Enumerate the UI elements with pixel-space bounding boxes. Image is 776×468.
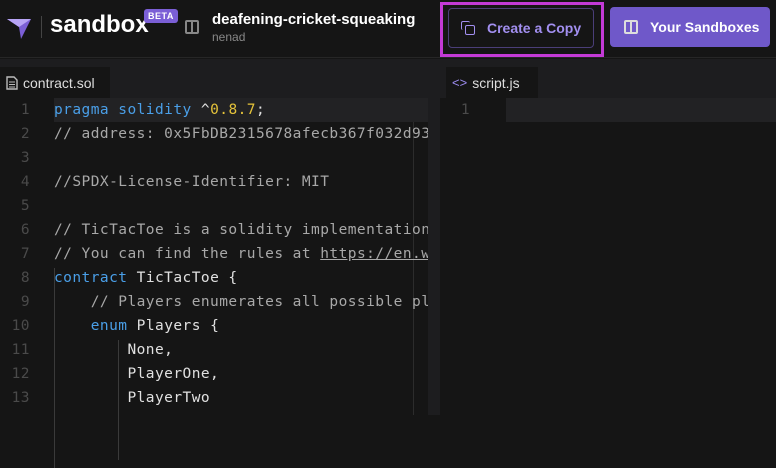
code-line: 9 // Players enumerates all possible pla… xyxy=(0,290,428,314)
code-line: 5 xyxy=(0,194,428,218)
line-number: 12 xyxy=(11,366,30,382)
line-number: 1 xyxy=(20,102,30,118)
code-token: ^ xyxy=(200,102,211,118)
copy-icon xyxy=(461,21,475,35)
line-number: 2 xyxy=(20,126,30,142)
tab-bar: <> script.js xyxy=(440,59,776,98)
code-line: 1 xyxy=(440,98,776,122)
file-icon xyxy=(6,75,18,90)
code-text: pragma solidity ^0.8.7; xyxy=(54,98,428,122)
code-line: 6 // TicTacToe is a solidity implementati… xyxy=(0,218,428,242)
line-number: 6 xyxy=(20,222,30,238)
code-token: PlayerTwo xyxy=(54,390,211,406)
code-text: //SPDX-License-Identifier: MIT xyxy=(54,170,428,194)
code-token: //SPDX-License-Identifier: MIT xyxy=(54,174,330,190)
line-number: 5 xyxy=(20,198,30,214)
beta-badge: BETA xyxy=(144,9,178,23)
line-number: 3 xyxy=(20,150,30,166)
code-line: 2 // address: 0x5FbDB2315678afecb367f032d… xyxy=(0,122,428,146)
sandbox-logo-icon xyxy=(7,19,31,39)
code-text: // You can find the rules at https://en.… xyxy=(54,242,428,266)
create-copy-button[interactable]: Create a Copy xyxy=(448,8,594,48)
code-icon: <> xyxy=(452,75,468,90)
sandbox-owner: nenad xyxy=(212,30,246,44)
line-number: 4 xyxy=(20,174,30,190)
line-number: 13 xyxy=(11,390,30,406)
code-line: 11 None, xyxy=(0,338,428,362)
code-token: TicTacToe { xyxy=(127,270,238,286)
your-sandboxes-label: Your Sandboxes xyxy=(650,19,760,35)
code-token: 0.8.7 xyxy=(210,102,256,118)
code-line: 12 PlayerOne, xyxy=(0,362,428,386)
code-line: 13 PlayerTwo xyxy=(0,386,428,410)
code-line: 3 xyxy=(0,146,428,170)
tab-contract-sol[interactable]: contract.sol xyxy=(0,67,110,98)
line-number: 1 xyxy=(460,102,470,118)
code-text: // TicTacToe is a solidity implementatio… xyxy=(54,218,428,242)
tab-script-js[interactable]: <> script.js xyxy=(446,67,538,98)
code-token: contract xyxy=(54,270,128,286)
code-token: pragma solidity xyxy=(54,102,201,118)
code-token: ; xyxy=(255,102,266,118)
code-editor[interactable]: 1 pragma solidity ^0.8.7; 2 // address: 0x5… xyxy=(0,98,428,468)
code-token: enum xyxy=(90,318,128,334)
contract-editor-pane: contract.sol 1 pragma solidity ^0.8.7; 2 //… xyxy=(0,59,428,468)
code-text: contract TicTacToe { xyxy=(54,266,428,290)
code-token: // You can find the rules at xyxy=(54,246,321,262)
line-number: 9 xyxy=(20,294,30,310)
sandbox-title: deafening-cricket-squeaking xyxy=(212,11,416,28)
layout-toggle-icon[interactable] xyxy=(185,20,199,34)
line-number: 8 xyxy=(20,270,30,286)
line-number: 11 xyxy=(11,342,30,358)
code-token: None, xyxy=(54,342,174,358)
code-line: 1 pragma solidity ^0.8.7; xyxy=(0,98,428,122)
indent-guide xyxy=(54,268,55,468)
code-token: PlayerOne, xyxy=(54,366,220,382)
tab-label: script.js xyxy=(472,74,520,91)
line-number: 10 xyxy=(11,318,30,334)
brand-name: sandbox xyxy=(50,11,149,38)
script-editor-pane: <> script.js 1 xyxy=(440,59,776,415)
code-text: PlayerTwo xyxy=(54,386,428,410)
code-text: enum Players { xyxy=(54,314,428,338)
code-link[interactable]: https://en.wikipedia.org/wiki/Tic-tac-to… xyxy=(320,246,428,262)
tab-bar: contract.sol xyxy=(0,59,428,98)
code-editor[interactable]: 1 xyxy=(440,98,776,415)
tab-label: contract.sol xyxy=(23,74,95,91)
code-token: Players { xyxy=(127,318,220,334)
your-sandboxes-button[interactable]: Your Sandboxes xyxy=(610,7,770,47)
code-line: 7 // You can find the rules at https://en… xyxy=(0,242,428,266)
pane-splitter[interactable] xyxy=(428,59,440,415)
code-token: // address: 0x5FbDB2315678afecb367f032d9… xyxy=(54,126,428,142)
code-text: PlayerOne, xyxy=(54,362,428,386)
code-line: 4 //SPDX-License-Identifier: MIT xyxy=(0,170,428,194)
code-token: // TicTacToe is a solidity implementatio… xyxy=(54,222,428,238)
line-number: 7 xyxy=(20,246,30,262)
code-text: None, xyxy=(54,338,428,362)
top-bar: sandbox BETA deafening-cricket-squeaking… xyxy=(0,0,776,58)
code-text: // Players enumerates all possible playe… xyxy=(54,290,428,314)
create-copy-label: Create a Copy xyxy=(487,20,582,36)
code-line: 10 enum Players { xyxy=(0,314,428,338)
code-text: // address: 0x5FbDB2315678afecb367f032d9… xyxy=(54,122,428,146)
sandboxes-icon xyxy=(624,20,638,34)
indent-guide xyxy=(118,340,119,460)
divider xyxy=(41,16,42,38)
code-line: 8 contract TicTacToe { xyxy=(0,266,428,290)
code-token: // Players enumerates all possible playe… xyxy=(90,294,428,310)
